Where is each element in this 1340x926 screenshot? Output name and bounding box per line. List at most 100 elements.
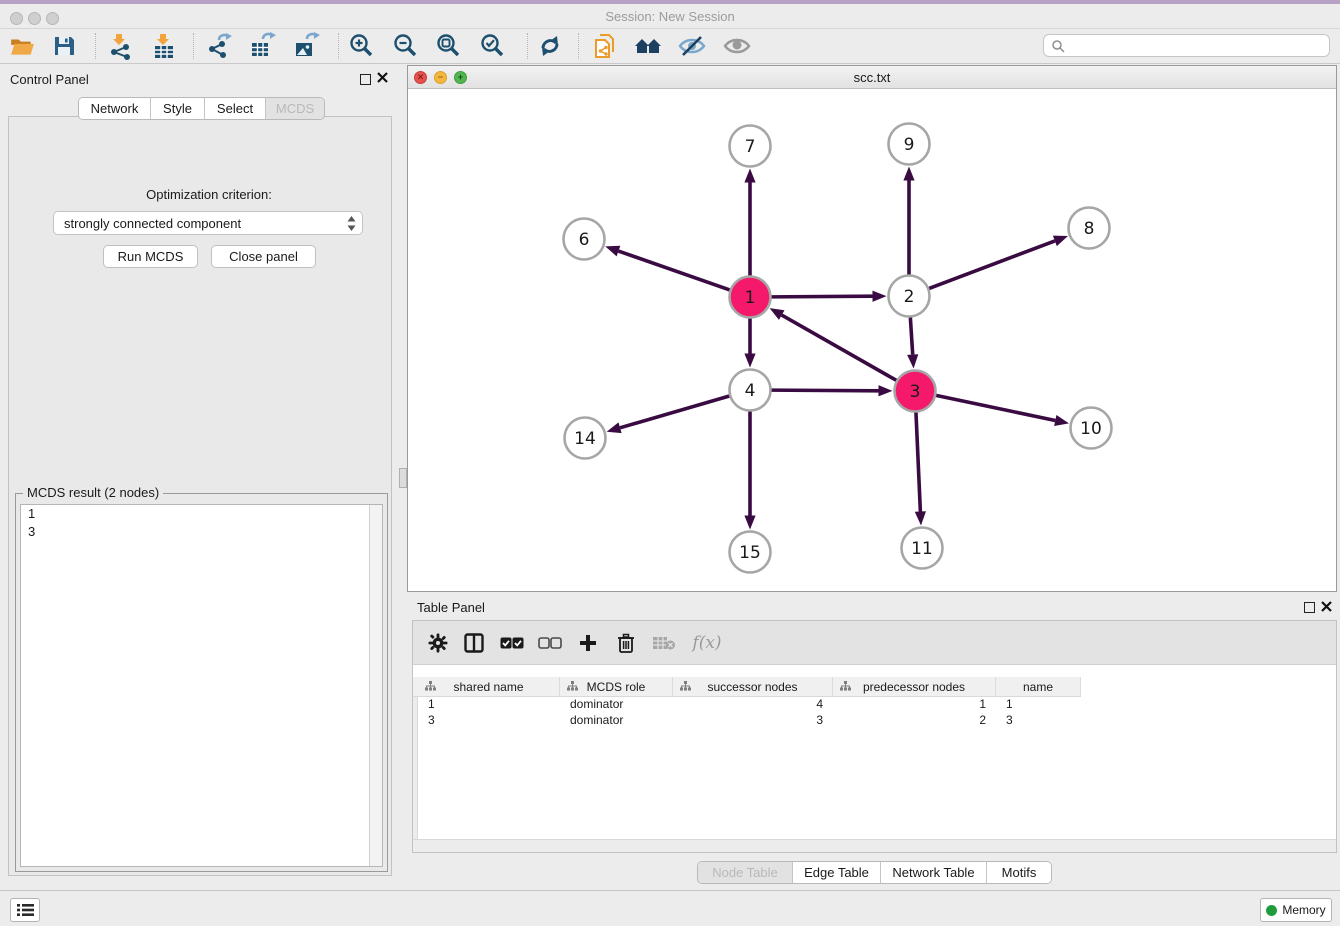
export-image-icon[interactable] xyxy=(290,32,322,60)
run-mcds-button[interactable]: Run MCDS xyxy=(103,245,198,268)
column-header-name[interactable]: name xyxy=(996,677,1081,696)
deselect-all-rows-icon[interactable] xyxy=(535,629,565,657)
close-panel-icon[interactable] xyxy=(377,72,388,83)
table-cell[interactable]: 3 xyxy=(673,713,833,727)
delete-table-icon[interactable] xyxy=(649,629,679,657)
column-header-predecessor-nodes[interactable]: predecessor nodes xyxy=(833,677,996,696)
close-panel-button[interactable]: Close panel xyxy=(211,245,316,268)
graph-edge-arrowhead xyxy=(744,169,755,183)
table-cell[interactable]: 4 xyxy=(673,697,833,711)
tab-mcds[interactable]: MCDS xyxy=(266,98,324,119)
search-field[interactable] xyxy=(1043,34,1330,57)
close-table-panel-icon[interactable] xyxy=(1321,601,1332,612)
tab-select[interactable]: Select xyxy=(205,98,266,119)
table-cell[interactable]: dominator xyxy=(560,697,673,711)
graph-edge-4-14[interactable] xyxy=(620,396,729,428)
network-view-title: scc.txt xyxy=(408,70,1336,85)
network-view-window: ✕ − + scc.txt 7968124314101511 xyxy=(407,65,1337,592)
select-all-rows-icon[interactable] xyxy=(497,629,527,657)
tab-style[interactable]: Style xyxy=(151,98,205,119)
list-icon xyxy=(17,903,34,917)
float-table-panel-icon[interactable] xyxy=(1304,602,1315,613)
optimization-criterion-label: Optimization criterion: xyxy=(9,187,409,202)
status-bar: Memory xyxy=(0,890,1340,926)
refresh-layout-icon[interactable] xyxy=(534,32,566,60)
open-file-icon[interactable] xyxy=(6,32,38,60)
panel-splitter-handle[interactable] xyxy=(399,468,407,488)
table-cell[interactable]: 1 xyxy=(418,697,560,711)
table-settings-gear-icon[interactable] xyxy=(423,629,453,657)
table-cell[interactable]: dominator xyxy=(560,713,673,727)
tab-network-table[interactable]: Network Table xyxy=(881,862,987,883)
tab-motifs[interactable]: Motifs xyxy=(987,862,1051,883)
float-panel-icon[interactable] xyxy=(360,74,371,85)
import-network-icon[interactable] xyxy=(104,32,136,60)
import-table-icon[interactable] xyxy=(148,32,180,60)
toolbar-separator xyxy=(338,33,339,59)
graph-edge-arrowhead xyxy=(878,385,892,396)
column-header-shared-name[interactable]: shared name xyxy=(418,677,560,696)
table-cell[interactable]: 1 xyxy=(996,697,1081,711)
show-column-panel-icon[interactable] xyxy=(459,629,489,657)
tab-node-table[interactable]: Node Table xyxy=(698,862,793,883)
zoom-fit-icon[interactable] xyxy=(433,32,465,60)
save-session-icon[interactable] xyxy=(48,32,80,60)
graph-edge-arrowhead xyxy=(607,422,622,433)
table-cell[interactable]: 3 xyxy=(996,713,1081,727)
graph-edge-1-2[interactable] xyxy=(771,296,872,297)
show-all-icon[interactable] xyxy=(721,32,753,60)
memory-button[interactable]: Memory xyxy=(1260,898,1332,922)
column-header-successor-nodes[interactable]: successor nodes xyxy=(673,677,833,696)
zoom-selected-icon[interactable] xyxy=(477,32,509,60)
copy-network-icon[interactable] xyxy=(588,32,620,60)
optimization-criterion-select[interactable]: strongly connected component xyxy=(53,211,363,235)
graph-edge-2-8[interactable] xyxy=(929,241,1055,289)
graph-edge-4-3[interactable] xyxy=(771,390,878,391)
mcds-result-list[interactable]: 1 3 xyxy=(20,504,383,867)
graph-edge-3-11[interactable] xyxy=(916,412,920,511)
table-toolbar: f(x) xyxy=(413,621,1336,665)
table-row[interactable]: 1dominator411 xyxy=(418,696,1081,712)
tab-network[interactable]: Network xyxy=(79,98,151,119)
tree-column-icon xyxy=(567,681,578,691)
export-table-icon[interactable] xyxy=(246,32,278,60)
first-neighbors-icon[interactable] xyxy=(632,32,664,60)
graph-edge-arrowhead xyxy=(1053,236,1068,246)
search-input[interactable] xyxy=(1069,34,1329,57)
control-panel: Control Panel Network Style Select MCDS … xyxy=(0,63,400,888)
graph-node-label: 9 xyxy=(904,135,915,155)
zoom-in-icon[interactable] xyxy=(346,32,378,60)
graph-edge-arrowhead xyxy=(872,291,886,302)
graph-node-label: 15 xyxy=(739,543,761,563)
table-horizontal-scrollbar[interactable] xyxy=(413,839,1336,852)
create-column-icon[interactable] xyxy=(573,629,603,657)
table-header-row: shared name MCDS role successor nodes pr… xyxy=(413,677,1081,697)
window-title: Session: New Session xyxy=(0,9,1340,24)
column-header-mcds-role[interactable]: MCDS role xyxy=(560,677,673,696)
table-cell[interactable]: 3 xyxy=(418,713,560,727)
mcds-result-group: MCDS result (2 nodes) 1 3 xyxy=(15,493,388,872)
graph-node-label: 2 xyxy=(904,287,915,307)
table-cell[interactable]: 1 xyxy=(833,697,996,711)
control-panel-tabs: Network Style Select MCDS xyxy=(78,97,325,120)
toolbar-separator xyxy=(193,33,194,59)
graph-node-label: 1 xyxy=(745,288,756,308)
hide-selected-icon[interactable] xyxy=(676,32,708,60)
network-graph-canvas[interactable]: 7968124314101511 xyxy=(408,89,1336,591)
tab-edge-table[interactable]: Edge Table xyxy=(793,862,881,883)
mcds-result-item[interactable]: 1 xyxy=(21,505,382,523)
table-cell[interactable]: 2 xyxy=(833,713,996,727)
zoom-out-icon[interactable] xyxy=(390,32,422,60)
graph-edge-2-3[interactable] xyxy=(910,317,912,354)
network-window-titlebar[interactable]: ✕ − + scc.txt xyxy=(408,66,1336,89)
export-network-icon[interactable] xyxy=(203,32,235,60)
mcds-result-item[interactable]: 3 xyxy=(21,523,382,541)
graph-edge-1-6[interactable] xyxy=(618,251,729,290)
task-history-button[interactable] xyxy=(10,898,40,922)
table-row[interactable]: 3dominator323 xyxy=(418,712,1081,728)
graph-edge-3-10[interactable] xyxy=(936,395,1055,420)
function-builder-icon[interactable]: f(x) xyxy=(685,629,729,657)
delete-column-icon[interactable] xyxy=(611,629,641,657)
result-scrollbar[interactable] xyxy=(369,505,382,866)
graph-edge-3-1[interactable] xyxy=(782,315,897,380)
